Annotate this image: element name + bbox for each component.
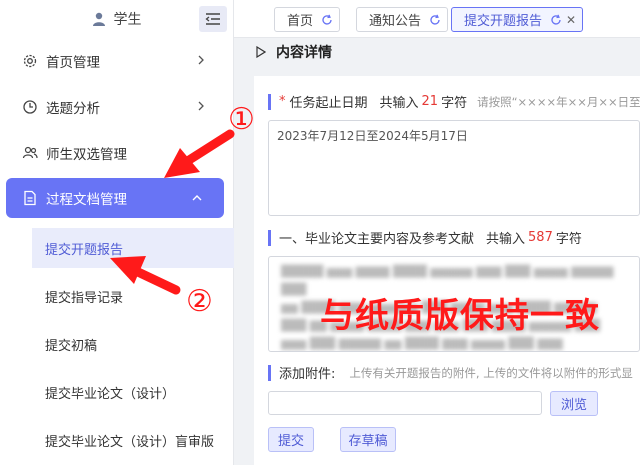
sidebar-item-home[interactable]: 首页管理 (0, 38, 234, 84)
required-mark: * (279, 94, 286, 109)
chevron-right-icon (198, 101, 204, 111)
refresh-icon[interactable] (550, 14, 562, 26)
document-icon (24, 190, 36, 206)
chevron-right-icon (198, 55, 204, 65)
sidebar-item-label: 师生双选管理 (46, 147, 127, 163)
period-hint: 请按照“××××年××月××日至 (477, 94, 640, 109)
sidebar: 学生 首页管理 选题分析 师生双选管理 过程文档管理 提交开题报告 提交指导记录… (0, 0, 234, 465)
chevron-up-icon (192, 195, 202, 201)
annotation-overlay-text: 与纸质版保持一致 (320, 296, 600, 336)
count-prefix: 共输入 (486, 232, 526, 247)
tab-home[interactable]: 首页 (274, 7, 341, 32)
save-draft-button[interactable]: 存草稿 (340, 427, 396, 452)
count-suffix: 字符 (441, 96, 468, 111)
annotation-arrow-one (164, 129, 235, 178)
close-icon[interactable]: ✕ (566, 13, 576, 27)
submit-button[interactable]: 提交 (268, 427, 314, 452)
clock-icon (23, 100, 37, 114)
period-label-row: * 任务起止日期 共输入 21 字符 请按照“××××年××月××日至 (268, 92, 640, 111)
refresh-icon[interactable] (321, 14, 333, 26)
browse-button[interactable]: 浏览 (550, 391, 598, 416)
count-suffix: 字符 (555, 232, 582, 247)
sub-item-submit-thesis-blind[interactable]: 提交毕业论文（设计）盲审版 (0, 420, 234, 460)
tab-label: 通知公告 (369, 14, 422, 29)
sidebar-item-topic-analysis[interactable]: 选题分析 (0, 84, 234, 130)
annotation-arrow-two (110, 256, 181, 295)
sub-item-submit-thesis[interactable]: 提交毕业论文（设计） (0, 372, 234, 412)
period-label: 任务起止日期 (289, 96, 368, 111)
triangle-right-icon (256, 46, 266, 58)
collapse-menu-button[interactable] (199, 6, 227, 32)
collapse-icon (205, 13, 220, 25)
attachment-label: 添加附件: (279, 367, 336, 382)
count-prefix: 共输入 (379, 96, 419, 111)
period-textarea[interactable]: 2023年7月12日至2024年5月17日 (268, 120, 640, 216)
label-marker (268, 229, 271, 246)
user-name: 学生 (113, 12, 142, 28)
sidebar-item-label: 过程文档管理 (46, 192, 127, 208)
tab-label: 提交开题报告 (464, 14, 543, 29)
label-marker (268, 93, 271, 110)
sidebar-item-label: 首页管理 (46, 55, 100, 71)
sub-item-label: 提交毕业论文（设计）盲审版 (45, 434, 215, 450)
period-value: 2023年7月12日至2024年5月17日 (277, 129, 468, 143)
tab-submit-proposal[interactable]: 提交开题报告 ✕ (451, 7, 584, 32)
section-title: 内容详情 (276, 45, 332, 61)
sub-item-label: 提交初稿 (45, 338, 98, 354)
char-count: 587 (528, 230, 553, 245)
annotation-number-two: ② (186, 284, 213, 319)
char-count: 21 (421, 94, 439, 109)
content-label: 一、毕业论文主要内容及参考文献 (279, 232, 475, 247)
sidebar-item-label: 选题分析 (46, 101, 100, 117)
attachment-label-row: 添加附件: 上传有关开题报告的附件, 上传的文件将以附件的形式显 (268, 363, 633, 382)
form-panel: * 任务起止日期 共输入 21 字符 请按照“××××年××月××日至 2023… (254, 76, 640, 465)
sidebar-item-process-docs[interactable]: 过程文档管理 (6, 178, 224, 218)
section-header: 内容详情 (256, 42, 332, 62)
user-bar: 学生 (0, 0, 233, 38)
main-area: 首页 通知公告 提交开题报告 ✕ 内容详情 * 任务起止日期 共输入 21 字符… (234, 0, 640, 465)
tab-label: 首页 (287, 14, 314, 29)
refresh-icon[interactable] (429, 14, 441, 26)
sub-item-submit-draft[interactable]: 提交初稿 (0, 324, 234, 364)
content-label-row: 一、毕业论文主要内容及参考文献 共输入 587 字符 (268, 228, 582, 247)
tab-bar: 首页 通知公告 提交开题报告 ✕ (234, 0, 640, 38)
tab-notices[interactable]: 通知公告 (356, 7, 449, 32)
users-icon (22, 146, 38, 159)
label-marker (268, 364, 271, 381)
user-icon (92, 12, 105, 26)
attachment-hint: 上传有关开题报告的附件, 上传的文件将以附件的形式显 (349, 365, 633, 380)
sub-item-label: 提交毕业论文（设计） (45, 386, 176, 402)
gear-icon (23, 54, 37, 68)
file-path-input[interactable] (268, 391, 542, 415)
